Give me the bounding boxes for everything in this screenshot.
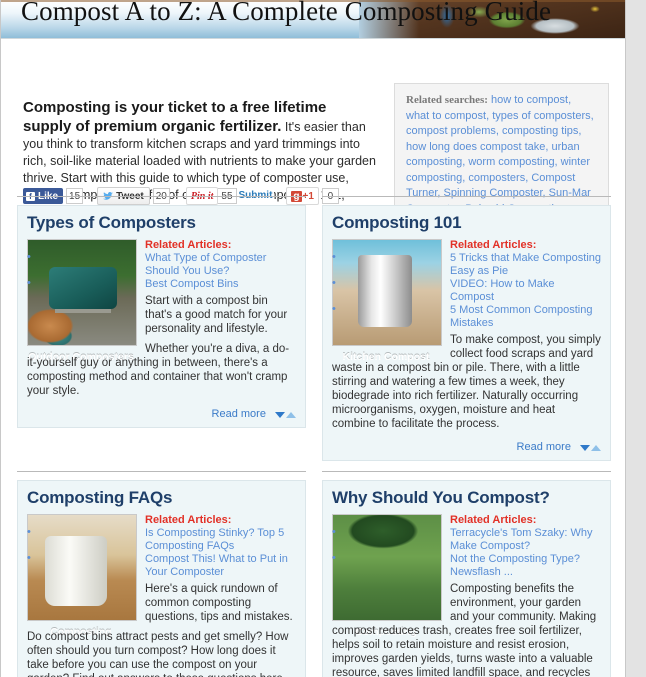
page-right-margin	[626, 0, 646, 677]
related-article-link[interactable]: Terracycle's Tom Szaky: Why Make Compost…	[450, 527, 592, 552]
card-title: Why Should You Compost?	[332, 488, 550, 507]
list-item[interactable]: Best Compost Bins	[27, 277, 296, 291]
card-row-1: Types of Composters Outdoor Composters R…	[1, 196, 625, 461]
card-top-rule	[17, 196, 306, 197]
card-body: Outdoor Composters Related Articles: Wha…	[27, 239, 296, 404]
article-card-grid: Types of Composters Outdoor Composters R…	[1, 196, 625, 677]
card-top-rule	[322, 196, 611, 197]
related-article-link[interactable]: 5 Most Common Composting Mistakes	[450, 304, 592, 329]
related-article-link[interactable]: Compost This! What to Put in Your Compos…	[145, 553, 288, 578]
card-body: Kitchen Compost Related Articles: 5 Tric…	[332, 239, 601, 437]
read-more-link[interactable]: Read more	[517, 441, 571, 453]
related-articles-list: Terracycle's Tom Szaky: Why Make Compost…	[332, 526, 601, 579]
card-title: Composting FAQs	[27, 488, 173, 507]
chevron-down-icon[interactable]	[580, 445, 590, 451]
list-item[interactable]: VIDEO: How to Make Compost	[332, 277, 601, 304]
masthead-banner: Compost A to Z: A Complete Composting Gu…	[1, 0, 625, 39]
related-article-link[interactable]: VIDEO: How to Make Compost	[450, 278, 555, 303]
card-body: Composting Related Articles: Is Composti…	[27, 514, 296, 677]
related-articles-list: What Type of Composter Should You Use? B…	[27, 251, 296, 291]
page-title: Compost A to Z: A Complete Composting Gu…	[21, 0, 552, 26]
expand-collapse-carets[interactable]	[275, 409, 296, 421]
list-item[interactable]: 5 Tricks that Make Composting Easy as Pi…	[332, 251, 601, 278]
card-slot-4: Why Should You Compost? Composting Relat…	[314, 471, 625, 677]
list-item[interactable]: Compost This! What to Put in Your Compos…	[27, 552, 296, 579]
article-card[interactable]: Types of Composters Outdoor Composters R…	[17, 205, 306, 428]
read-more-link[interactable]: Read more	[212, 408, 266, 420]
card-title: Types of Composters	[27, 213, 196, 232]
list-item[interactable]: Terracycle's Tom Szaky: Why Make Compost…	[332, 526, 601, 553]
article-card[interactable]: Why Should You Compost? Composting Relat…	[322, 480, 611, 677]
intro-section: Composting is your ticket to a free life…	[1, 39, 625, 259]
related-articles-list: Is Composting Stinky? Top 5 Composting F…	[27, 526, 296, 579]
card-top-rule	[322, 471, 611, 472]
card-top-rule	[17, 471, 306, 472]
related-articles-list: 5 Tricks that Make Composting Easy as Pi…	[332, 251, 601, 330]
card-title: Composting 101	[332, 213, 462, 232]
chevron-up-icon[interactable]	[286, 412, 296, 418]
card-slot-2: Composting 101 Kitchen Compost Related A…	[314, 196, 625, 461]
related-article-link[interactable]: 5 Tricks that Make Composting Easy as Pi…	[450, 252, 601, 277]
related-article-link[interactable]: Best Compost Bins	[145, 278, 239, 290]
read-more-row: Read more	[332, 441, 601, 454]
expand-collapse-carets[interactable]	[580, 442, 601, 454]
related-article-link[interactable]: Not the Composting Type? Newsflash ...	[450, 553, 580, 578]
related-searches-label: Related searches:	[406, 94, 488, 106]
article-card[interactable]: Composting FAQs Composting Related Artic…	[17, 480, 306, 677]
card-row-2: Composting FAQs Composting Related Artic…	[1, 471, 625, 677]
card-body: Composting Related Articles: Terracycle'…	[332, 514, 601, 677]
page-container: Compost A to Z: A Complete Composting Gu…	[0, 0, 626, 677]
article-card[interactable]: Composting 101 Kitchen Compost Related A…	[322, 205, 611, 461]
list-item[interactable]: Not the Composting Type? Newsflash ...	[332, 552, 601, 579]
card-paragraph: Do compost bins attract pests and get sm…	[27, 631, 296, 677]
read-more-row: Read more	[27, 408, 296, 421]
chevron-down-icon[interactable]	[275, 412, 285, 418]
list-item[interactable]: Is Composting Stinky? Top 5 Composting F…	[27, 526, 296, 553]
related-article-link[interactable]: What Type of Composter Should You Use?	[145, 252, 266, 277]
card-slot-1: Types of Composters Outdoor Composters R…	[1, 196, 314, 461]
related-article-link[interactable]: Is Composting Stinky? Top 5 Composting F…	[145, 527, 284, 552]
list-item[interactable]: 5 Most Common Composting Mistakes	[332, 303, 601, 330]
card-slot-3: Composting FAQs Composting Related Artic…	[1, 471, 314, 677]
chevron-up-icon[interactable]	[591, 445, 601, 451]
list-item[interactable]: What Type of Composter Should You Use?	[27, 251, 296, 278]
